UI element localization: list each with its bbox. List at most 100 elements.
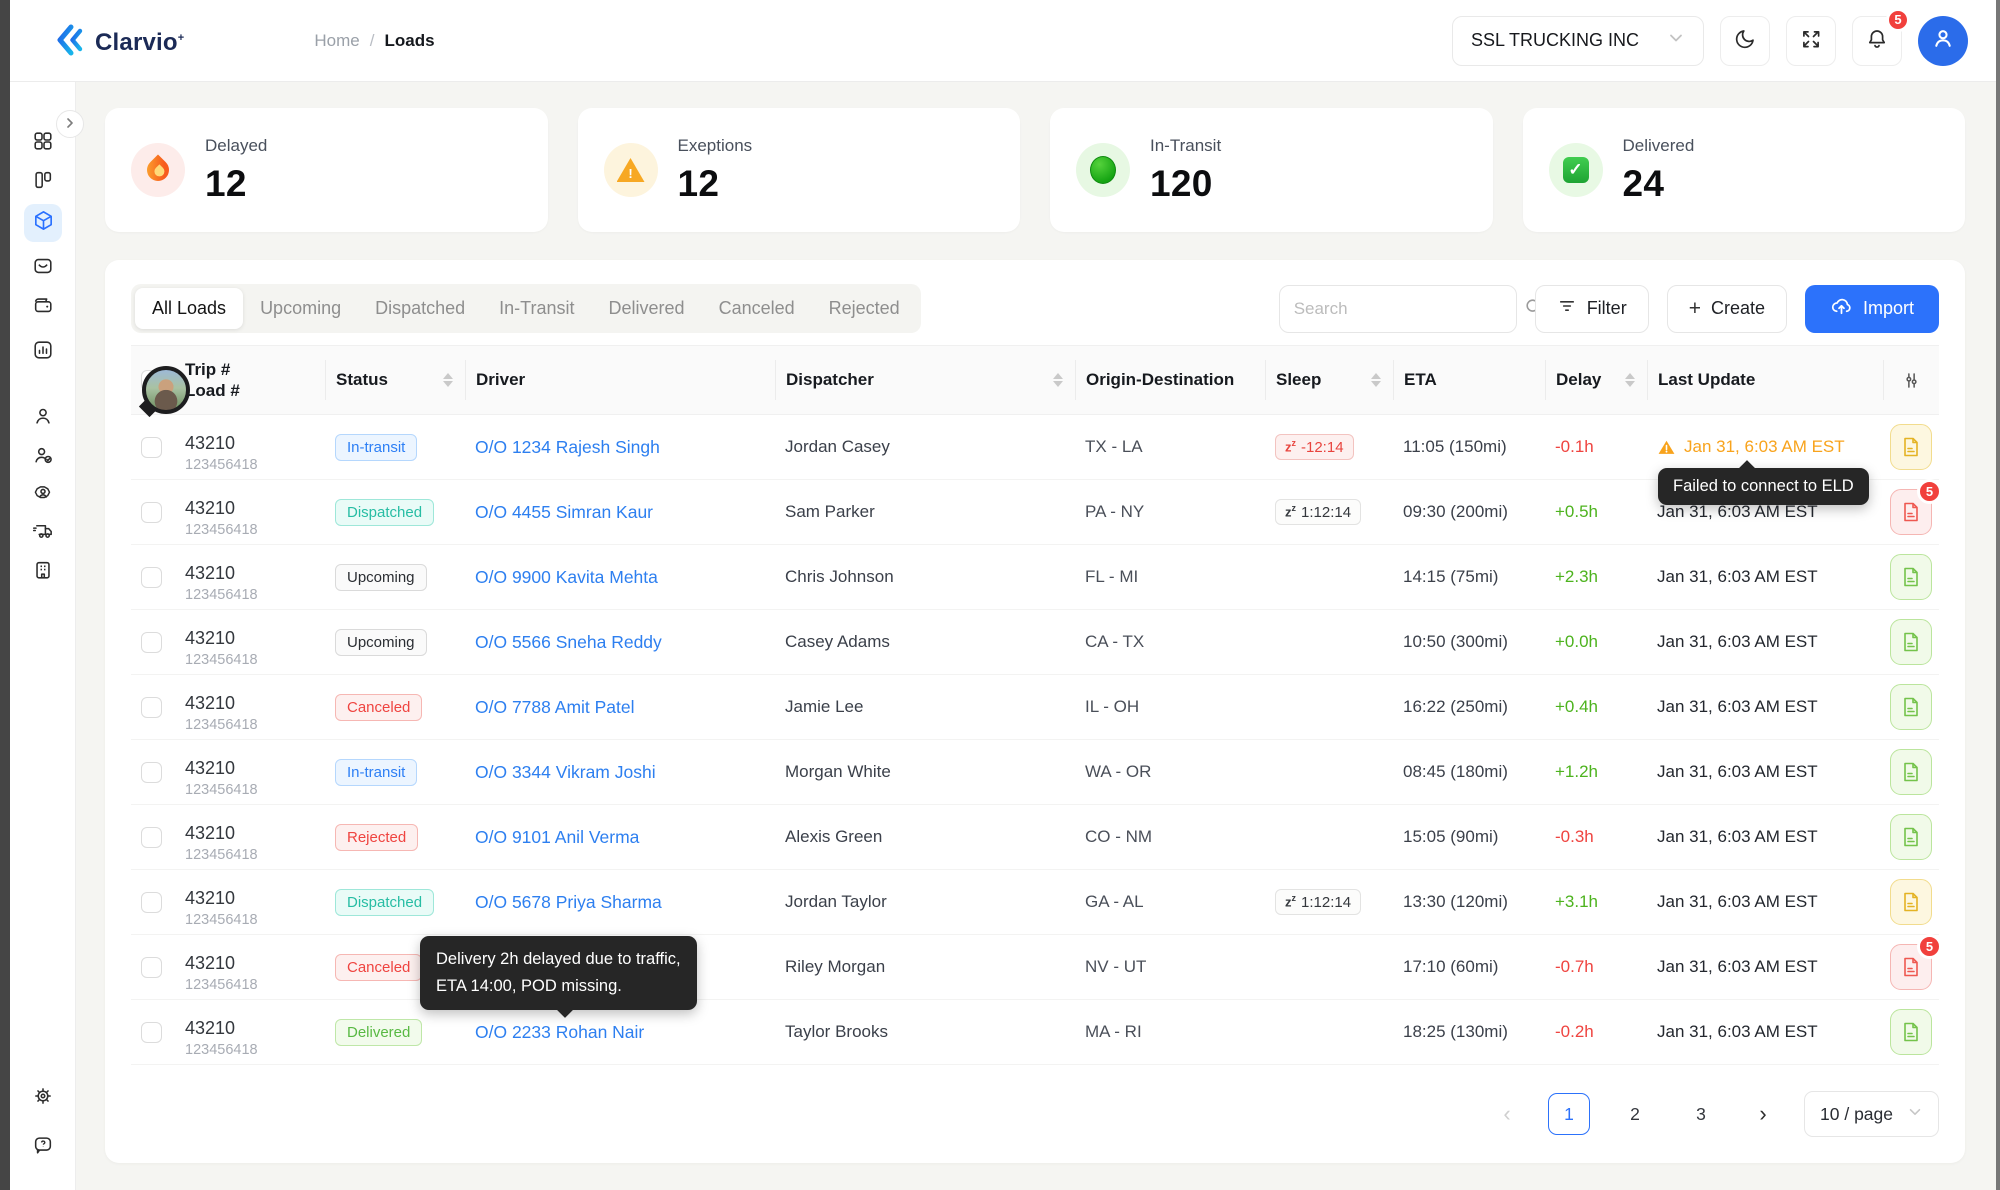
document-button[interactable] xyxy=(1890,424,1932,470)
row-checkbox[interactable] xyxy=(141,1022,162,1043)
logo-chevrons-icon xyxy=(55,21,91,59)
tab-in-transit[interactable]: In-Transit xyxy=(482,288,591,329)
breadcrumb-home[interactable]: Home xyxy=(314,31,359,51)
row-checkbox[interactable] xyxy=(141,827,162,848)
document-icon xyxy=(1901,761,1921,783)
tab-canceled[interactable]: Canceled xyxy=(702,288,812,329)
row-checkbox[interactable] xyxy=(141,502,162,523)
user-avatar[interactable] xyxy=(1918,16,1968,66)
driver-link[interactable]: O/O 2233 Rohan Nair xyxy=(475,1022,644,1043)
column-header-driver[interactable]: Driver xyxy=(465,360,775,400)
page-button-3[interactable]: 3 xyxy=(1680,1093,1722,1135)
search-input[interactable] xyxy=(1294,299,1515,319)
search-box[interactable] xyxy=(1279,285,1517,333)
row-checkbox[interactable] xyxy=(141,567,162,588)
page-button-1[interactable]: 1 xyxy=(1548,1093,1590,1135)
document-icon xyxy=(1901,436,1921,458)
document-button[interactable] xyxy=(1890,749,1932,795)
sidebar-item-trucks[interactable] xyxy=(24,514,62,552)
last-update: Jan 31, 6:03 AM EST xyxy=(1647,827,1883,847)
sidebar-item-customers[interactable] xyxy=(24,476,62,514)
filter-icon xyxy=(1557,296,1577,321)
clarvio-logo[interactable]: Clarvio+ xyxy=(55,21,184,60)
column-header-delay[interactable]: Delay xyxy=(1545,360,1647,400)
stat-value: 24 xyxy=(1623,163,1695,205)
tab-upcoming[interactable]: Upcoming xyxy=(243,288,358,329)
sleep-badge: zz1:12:14 xyxy=(1275,499,1361,524)
sidebar-item-dispatchers[interactable] xyxy=(24,438,62,476)
column-header-status[interactable]: Status xyxy=(325,360,465,400)
next-page-button[interactable]: › xyxy=(1746,1094,1780,1134)
sort-icon[interactable] xyxy=(1625,373,1637,387)
load-row: 43210123456418CanceledO/O 7788 Amit Pate… xyxy=(131,675,1939,740)
page-size-selector[interactable]: 10 / page xyxy=(1804,1091,1939,1137)
driver-link[interactable]: O/O 1234 Rajesh Singh xyxy=(475,437,660,458)
sidebar-item-messages[interactable] xyxy=(24,249,62,287)
dispatcher-name: Sam Parker xyxy=(775,502,1075,522)
column-header-trip[interactable]: Trip #Load # xyxy=(175,360,325,400)
fullscreen-button[interactable] xyxy=(1786,16,1836,66)
person-check-icon xyxy=(32,444,54,471)
row-checkbox[interactable] xyxy=(141,892,162,913)
row-checkbox[interactable] xyxy=(141,762,162,783)
sidebar-item-company[interactable] xyxy=(24,553,62,591)
document-icon xyxy=(1901,826,1921,848)
driver-cell: O/O 7788 Amit Patel xyxy=(465,697,775,718)
sidebar-item-reports[interactable] xyxy=(24,333,62,371)
tab-delivered[interactable]: Delivered xyxy=(592,288,702,329)
column-header-origin[interactable]: Origin-Destination xyxy=(1075,360,1265,400)
document-button[interactable] xyxy=(1890,554,1932,600)
column-settings-button[interactable] xyxy=(1883,360,1939,400)
document-button[interactable] xyxy=(1890,1009,1932,1055)
status-badge: Dispatched xyxy=(335,889,434,916)
sort-icon[interactable] xyxy=(443,373,455,387)
driver-link[interactable]: O/O 5678 Priya Sharma xyxy=(475,892,662,913)
check-icon: ✓ xyxy=(1549,143,1603,197)
filter-button[interactable]: Filter xyxy=(1535,285,1649,333)
tab-all-loads[interactable]: All Loads xyxy=(135,288,243,329)
import-button[interactable]: Import xyxy=(1805,285,1939,333)
driver-link[interactable]: O/O 9101 Anil Verma xyxy=(475,827,639,848)
column-header-dispatcher[interactable]: Dispatcher xyxy=(775,360,1075,400)
driver-link[interactable]: O/O 3344 Vikram Joshi xyxy=(475,762,656,783)
sidebar-item-help[interactable] xyxy=(24,1128,62,1166)
wallet-icon xyxy=(32,294,54,321)
last-update: Jan 31, 6:03 AM EST xyxy=(1647,1022,1883,1042)
create-button[interactable]: + Create xyxy=(1667,285,1787,333)
sidebar-item-settings[interactable] xyxy=(24,1079,62,1117)
window-edge-right xyxy=(1996,0,2000,1190)
document-button[interactable] xyxy=(1890,814,1932,860)
company-selector[interactable]: SSL TRUCKING INC xyxy=(1452,16,1704,66)
doc-cell xyxy=(1883,749,1939,795)
dark-mode-button[interactable] xyxy=(1720,16,1770,66)
notifications-button[interactable]: 5 xyxy=(1852,16,1902,66)
row-checkbox[interactable] xyxy=(141,957,162,978)
row-checkbox[interactable] xyxy=(141,697,162,718)
column-header-sleep[interactable]: Sleep xyxy=(1265,360,1393,400)
sidebar-expand-button[interactable] xyxy=(56,110,84,138)
tab-rejected[interactable]: Rejected xyxy=(812,288,917,329)
page-button-2[interactable]: 2 xyxy=(1614,1093,1656,1135)
driver-link[interactable]: O/O 9900 Kavita Mehta xyxy=(475,567,658,588)
doc-cell: 5 xyxy=(1883,489,1939,535)
driver-link[interactable]: O/O 7788 Amit Patel xyxy=(475,697,635,718)
sort-icon[interactable] xyxy=(1053,373,1065,387)
document-button[interactable] xyxy=(1890,619,1932,665)
row-checkbox[interactable] xyxy=(141,632,162,653)
doc-cell xyxy=(1883,814,1939,860)
sidebar-item-board[interactable] xyxy=(24,163,62,201)
sidebar-item-drivers[interactable] xyxy=(24,399,62,437)
sidebar-item-wallet[interactable] xyxy=(24,288,62,326)
document-button[interactable] xyxy=(1890,684,1932,730)
driver-link[interactable]: O/O 5566 Sneha Reddy xyxy=(475,632,662,653)
column-header-eta[interactable]: ETA xyxy=(1393,360,1545,400)
document-icon xyxy=(1901,696,1921,718)
sort-icon[interactable] xyxy=(1371,373,1383,387)
column-header-update[interactable]: Last Update xyxy=(1647,360,1883,400)
sidebar-item-loads[interactable] xyxy=(24,204,62,242)
document-button[interactable] xyxy=(1890,879,1932,925)
prev-page-button[interactable]: ‹ xyxy=(1490,1094,1524,1134)
driver-link[interactable]: O/O 4455 Simran Kaur xyxy=(475,502,653,523)
tab-dispatched[interactable]: Dispatched xyxy=(358,288,482,329)
row-checkbox[interactable] xyxy=(141,437,162,458)
